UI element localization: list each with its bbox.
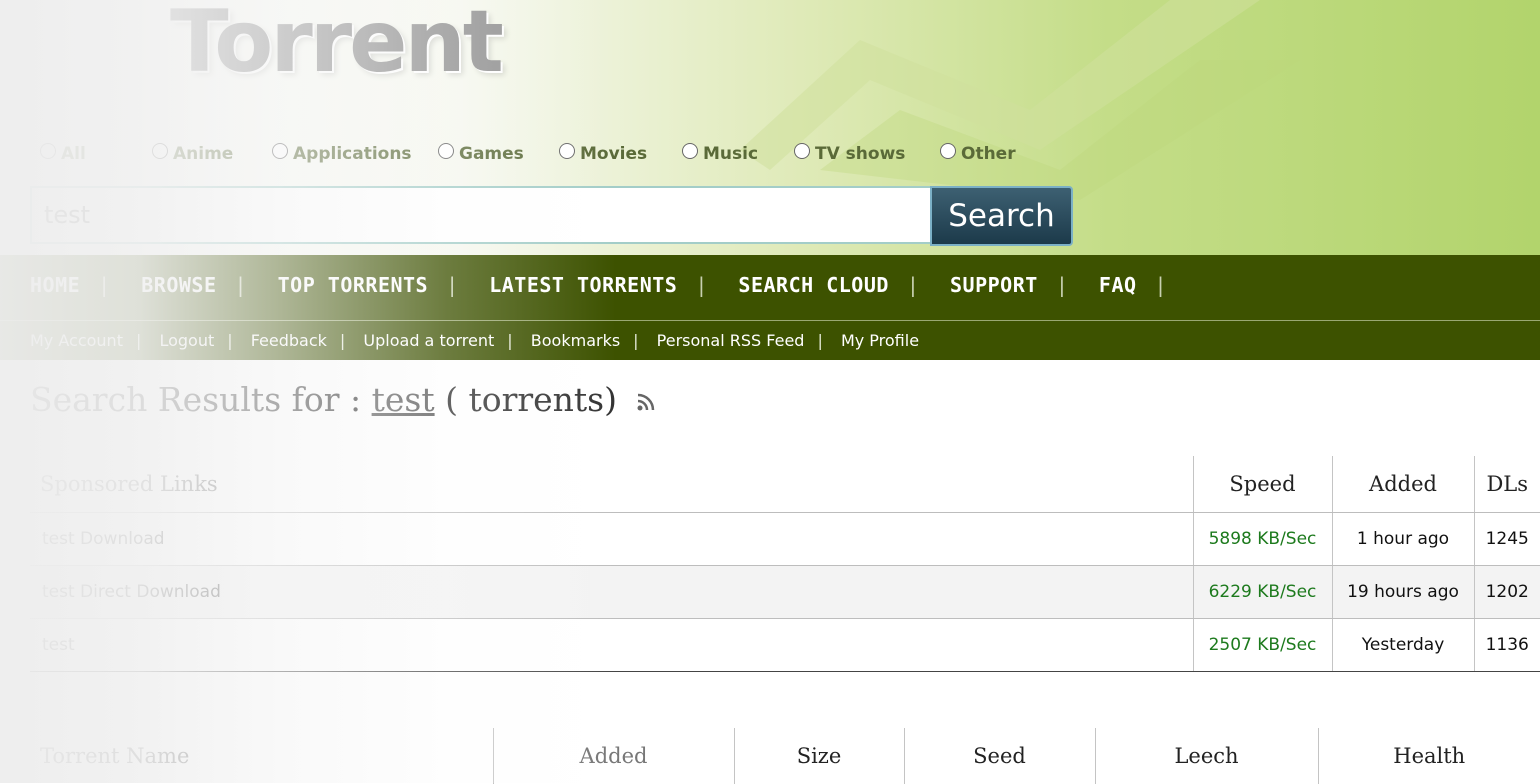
radio-icon[interactable] — [559, 143, 575, 159]
category-anime[interactable]: Anime — [152, 143, 234, 164]
category-label: Other — [961, 144, 1016, 164]
dls-cell: 1245 — [1473, 512, 1540, 566]
table-row[interactable]: test Download 5898 KB/Sec 1 hour ago 124… — [30, 512, 1540, 566]
subnav-rss-feed[interactable]: Personal RSS Feed — [657, 331, 805, 350]
nav-browse[interactable]: BROWSE — [141, 273, 216, 297]
sponsored-link[interactable]: test Download — [42, 529, 165, 549]
nav-separator: | — [906, 273, 920, 297]
site-logo[interactable]: Torrent — [170, 0, 504, 92]
rss-icon[interactable] — [636, 392, 656, 412]
search-button[interactable]: Search — [930, 186, 1073, 246]
nav-separator: | — [234, 273, 248, 297]
speed-cell: 5898 KB/Sec — [1192, 512, 1332, 566]
table-header-row: Sponsored Links Speed Added DLs — [30, 456, 1540, 513]
nav-home[interactable]: HOME — [30, 273, 80, 297]
category-games[interactable]: Games — [438, 143, 524, 164]
dls-cell: 1202 — [1473, 565, 1540, 619]
category-label: Music — [703, 144, 759, 164]
category-applications[interactable]: Applications — [272, 143, 412, 164]
radio-icon[interactable] — [940, 143, 956, 159]
radio-icon[interactable] — [40, 143, 56, 159]
category-all[interactable]: All — [40, 143, 86, 164]
added-cell: Yesterday — [1331, 618, 1474, 672]
nav-separator: | — [507, 331, 513, 350]
search-input[interactable] — [30, 186, 930, 244]
category-label: Anime — [173, 144, 234, 164]
results-title: Search Results for : test ( torrents) — [30, 380, 656, 419]
main-navigation: HOME | BROWSE | TOP TORRENTS | LATEST TORRE… — [0, 255, 1540, 360]
table-header-row: Torrent Name Added Size Seed Leech Healt… — [30, 728, 1540, 784]
sponsored-link[interactable]: test — [42, 635, 75, 655]
column-header-health[interactable]: Health — [1317, 728, 1540, 784]
category-label: Games — [459, 144, 524, 164]
nav-separator: | — [817, 331, 823, 350]
column-header-dls: DLs — [1473, 456, 1540, 513]
radio-icon[interactable] — [794, 143, 810, 159]
column-header-sponsored: Sponsored Links — [30, 456, 1193, 513]
sponsored-name-cell: test — [30, 618, 1193, 672]
nav-separator: | — [633, 331, 639, 350]
speed-cell: 2507 KB/Sec — [1192, 618, 1332, 672]
subnav-upload-torrent[interactable]: Upload a torrent — [363, 331, 494, 350]
column-header-added: Added — [1331, 456, 1474, 513]
nav-latest-torrents[interactable]: LATEST TORRENTS — [489, 273, 677, 297]
sponsored-name-cell: test Direct Download — [30, 565, 1193, 619]
subnav-feedback[interactable]: Feedback — [251, 331, 327, 350]
nav-faq[interactable]: FAQ — [1099, 273, 1137, 297]
sponsored-links-table: Sponsored Links Speed Added DLs test Dow… — [30, 456, 1540, 672]
radio-icon[interactable] — [682, 143, 698, 159]
column-header-speed: Speed — [1192, 456, 1332, 513]
category-label: Applications — [293, 144, 412, 164]
speed-cell: 6229 KB/Sec — [1192, 565, 1332, 619]
nav-separator: | — [446, 273, 459, 297]
column-header-torrent-name[interactable]: Torrent Name — [30, 728, 493, 784]
column-header-added[interactable]: Added — [492, 728, 734, 784]
category-movies[interactable]: Movies — [559, 143, 648, 164]
subnav-my-profile[interactable]: My Profile — [841, 331, 919, 350]
sponsored-name-cell: test Download — [30, 512, 1193, 566]
column-header-leech[interactable]: Leech — [1094, 728, 1318, 784]
nav-separator: | — [227, 331, 233, 350]
column-header-size[interactable]: Size — [733, 728, 904, 784]
nav-divider — [0, 320, 1540, 321]
nav-search-cloud[interactable]: SEARCH CLOUD — [738, 273, 889, 297]
category-tv-shows[interactable]: TV shows — [794, 143, 906, 164]
nav-top-torrents[interactable]: TOP TORRENTS — [278, 273, 429, 297]
nav-separator: | — [1055, 273, 1069, 297]
nav-separator: | — [135, 331, 142, 350]
dls-cell: 1136 — [1473, 618, 1540, 672]
radio-icon[interactable] — [438, 143, 454, 159]
category-label: Movies — [580, 144, 648, 164]
results-suffix: ( torrents) — [445, 380, 617, 419]
added-cell: 19 hours ago — [1331, 565, 1474, 619]
added-cell: 1 hour ago — [1331, 512, 1474, 566]
primary-nav: HOME | BROWSE | TOP TORRENTS | LATEST TORRE… — [30, 273, 1185, 297]
category-other[interactable]: Other — [940, 143, 1016, 164]
category-music[interactable]: Music — [682, 143, 759, 164]
radio-icon[interactable] — [272, 143, 288, 159]
category-label: TV shows — [815, 144, 906, 164]
nav-separator: | — [695, 273, 708, 297]
nav-support[interactable]: SUPPORT — [950, 273, 1038, 297]
category-label: All — [61, 144, 86, 164]
subnav-my-account[interactable]: My Account — [30, 331, 123, 350]
subnav-bookmarks[interactable]: Bookmarks — [531, 331, 620, 350]
results-query-link[interactable]: test — [372, 380, 435, 419]
site-header: Torrent All Anime Applications Games Mov… — [0, 0, 1540, 255]
column-header-seed[interactable]: Seed — [903, 728, 1095, 784]
radio-icon[interactable] — [152, 143, 168, 159]
subnav-logout[interactable]: Logout — [159, 331, 214, 350]
nav-separator: | — [98, 273, 111, 297]
results-prefix: Search Results for : — [30, 380, 362, 419]
nav-separator: | — [1154, 273, 1168, 297]
table-row[interactable]: test Direct Download 6229 KB/Sec 19 hour… — [30, 565, 1540, 619]
secondary-nav: My Account | Logout | Feedback | Upload a t… — [30, 331, 919, 350]
nav-separator: | — [339, 331, 346, 350]
torrent-results-table: Torrent Name Added Size Seed Leech Healt… — [30, 728, 1540, 784]
table-row[interactable]: test 2507 KB/Sec Yesterday 1136 — [30, 618, 1540, 672]
sponsored-link[interactable]: test Direct Download — [42, 582, 221, 602]
